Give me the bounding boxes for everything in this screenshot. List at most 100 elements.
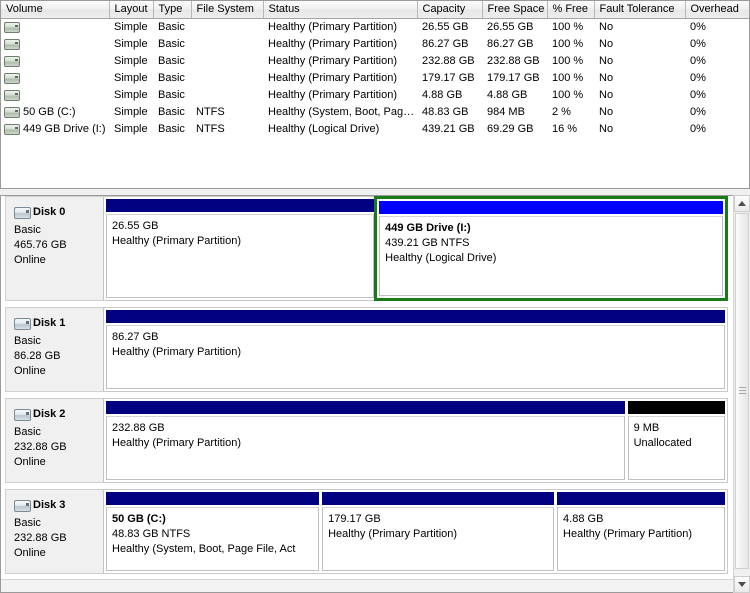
cell-overhead: 0%: [690, 123, 706, 135]
volume-table-header-row: Volume Layout Type File System Status Capacit…: [1, 1, 749, 19]
volume-list-pane[interactable]: Volume Layout Type File System Status Capacit…: [0, 0, 750, 189]
cell-overhead: 0%: [690, 89, 706, 101]
cell-fault_tolerance: No: [599, 55, 614, 67]
drive-icon: [4, 89, 20, 101]
disk-type: Basic: [14, 224, 41, 236]
partition-details: 9 MB Unallocated: [627, 416, 725, 480]
partition-block[interactable]: 449 GB Drive (I:) 439.21 GB NTFS Healthy (…: [374, 196, 728, 301]
partition-block[interactable]: 232.88 GB Healthy (Primary Partition): [106, 401, 625, 480]
partition-block[interactable]: 26.55 GB Healthy (Primary Partition): [106, 199, 375, 298]
column-header-capacity[interactable]: Capacity: [417, 1, 483, 19]
cell-status: Healthy (Primary Partition): [268, 89, 397, 101]
disk-name: Disk 2: [33, 408, 66, 420]
disk-size: 232.88 GB: [14, 441, 67, 453]
disk-info-panel[interactable]: Disk 0 Basic 465.76 GB Online: [5, 196, 104, 301]
table-row[interactable]: 50 GB (C:) Simple Basic NTFS Healthy (System…: [1, 104, 749, 121]
disk-size: 465.76 GB: [14, 239, 67, 251]
disk-state: Online: [14, 456, 46, 468]
cell-capacity: 86.27 GB: [422, 38, 469, 50]
disk-row[interactable]: Disk 3 Basic 232.88 GB Online 50 GB (C:) 48.8…: [5, 489, 728, 574]
cell-type: Basic: [158, 123, 185, 135]
cell-volume: [1, 36, 109, 53]
cell-file_system: [191, 53, 263, 70]
disk-partitions-strip: 232.88 GB Healthy (Primary Partition) 9 MB…: [104, 398, 728, 483]
disk-name: Disk 0: [33, 206, 66, 218]
disk-row[interactable]: Disk 1 Basic 86.28 GB Online 86.27 GB Healthy…: [5, 307, 728, 392]
cell-percent_free: 100 %: [552, 72, 584, 84]
partition-block[interactable]: 179.17 GB Healthy (Primary Partition): [322, 492, 555, 571]
cell-percent_free: 100 %: [552, 55, 584, 67]
partition-status: Healthy (Primary Partition): [112, 235, 241, 247]
partition-block[interactable]: 86.27 GB Healthy (Primary Partition): [106, 310, 725, 389]
partition-status: Healthy (Logical Drive): [385, 252, 497, 264]
partition-size: 86.27 GB: [112, 331, 159, 343]
partition-block[interactable]: 50 GB (C:) 48.83 GB NTFS Healthy (System, …: [106, 492, 320, 571]
cell-capacity: 439.21 GB: [422, 123, 475, 135]
table-row[interactable]: Simple Basic Healthy (Primary Partition) 17…: [1, 70, 749, 87]
column-header-percent_free[interactable]: % Free: [547, 1, 595, 19]
cell-fault_tolerance: No: [599, 89, 614, 101]
column-header-overhead[interactable]: Overhead: [685, 1, 749, 19]
drive-icon: [4, 123, 20, 135]
cell-free_space: 179.17 GB: [487, 72, 540, 84]
cell-volume: [1, 87, 109, 104]
scroll-up-arrow-icon[interactable]: [734, 195, 750, 212]
column-header-volume[interactable]: Volume: [1, 1, 110, 19]
cell-free_space: 26.55 GB: [487, 21, 534, 34]
partition-block[interactable]: 9 MB Unallocated: [627, 401, 725, 480]
cell-layout: Simple: [114, 72, 148, 84]
disk-type: Basic: [14, 335, 41, 347]
column-header-file_system[interactable]: File System: [191, 1, 264, 19]
table-row[interactable]: Simple Basic Healthy (Primary Partition) 86…: [1, 36, 749, 53]
cell-overhead: 0%: [690, 38, 706, 50]
scroll-thumb[interactable]: [735, 213, 749, 569]
disk-partitions-strip: 26.55 GB Healthy (Primary Partition) 449 G…: [104, 196, 728, 301]
disk-info-panel[interactable]: Disk 2 Basic 232.88 GB Online: [5, 398, 104, 483]
column-header-free_space[interactable]: Free Space: [482, 1, 548, 19]
cell-file_system: NTFS: [196, 123, 225, 135]
cell-capacity: 26.55 GB: [422, 21, 469, 34]
table-row[interactable]: 449 GB Drive (I:) Simple Basic NTFS Healthy …: [1, 121, 749, 138]
column-header-layout[interactable]: Layout: [109, 1, 154, 19]
cell-status: Healthy (Primary Partition): [268, 55, 397, 67]
cell-volume: 449 GB Drive (I:): [1, 121, 109, 138]
cell-percent_free: 16 %: [552, 123, 578, 135]
cell-file_system: NTFS: [196, 106, 225, 118]
partition-color-bar: [379, 201, 723, 214]
cell-capacity: 48.83 GB: [422, 106, 469, 118]
cell-volume: [1, 19, 109, 36]
cell-type: Basic: [158, 21, 185, 34]
graphical-view-pane[interactable]: Disk 0 Basic 465.76 GB Online 26.55 GB Health…: [0, 195, 750, 593]
disk-row[interactable]: Disk 2 Basic 232.88 GB Online 232.88 GB Healt…: [5, 398, 728, 483]
cell-type: Basic: [158, 72, 185, 84]
vertical-scrollbar[interactable]: [733, 195, 750, 593]
disk-info-panel[interactable]: Disk 1 Basic 86.28 GB Online: [5, 307, 104, 392]
table-row[interactable]: Simple Basic Healthy (Primary Partition) 26…: [1, 19, 749, 36]
cell-fault_tolerance: No: [599, 123, 614, 135]
cell-layout: Simple: [114, 106, 148, 118]
column-header-fault_tolerance[interactable]: Fault Tolerance: [594, 1, 686, 19]
cell-file_system: [191, 87, 263, 104]
partition-color-bar: [627, 401, 725, 414]
cell-type: Basic: [158, 38, 185, 50]
cell-fault_tolerance: No: [599, 106, 614, 118]
cell-status: Healthy (Primary Partition): [268, 72, 397, 84]
cell-fault_tolerance: No: [599, 21, 614, 34]
table-row[interactable]: Simple Basic Healthy (Primary Partition) 23…: [1, 53, 749, 70]
table-row[interactable]: Simple Basic Healthy (Primary Partition) 4.…: [1, 87, 749, 104]
horizontal-scroll-strip[interactable]: [1, 579, 734, 592]
column-header-type[interactable]: Type: [153, 1, 192, 19]
column-header-status[interactable]: Status: [263, 1, 418, 19]
cell-layout: Simple: [114, 123, 148, 135]
cell-percent_free: 100 %: [552, 89, 584, 101]
cell-percent_free: 100 %: [552, 21, 584, 34]
scroll-down-arrow-icon[interactable]: [734, 576, 750, 593]
cell-free_space: 984 MB: [487, 106, 525, 118]
cell-file_system: [191, 36, 263, 53]
cell-type: Basic: [158, 106, 185, 118]
partition-block[interactable]: 4.88 GB Healthy (Primary Partition): [557, 492, 725, 571]
disk-partitions-strip: 86.27 GB Healthy (Primary Partition): [104, 307, 728, 392]
partition-details: 232.88 GB Healthy (Primary Partition): [106, 416, 625, 480]
disk-info-panel[interactable]: Disk 3 Basic 232.88 GB Online: [5, 489, 104, 574]
disk-row[interactable]: Disk 0 Basic 465.76 GB Online 26.55 GB Health…: [5, 196, 728, 301]
